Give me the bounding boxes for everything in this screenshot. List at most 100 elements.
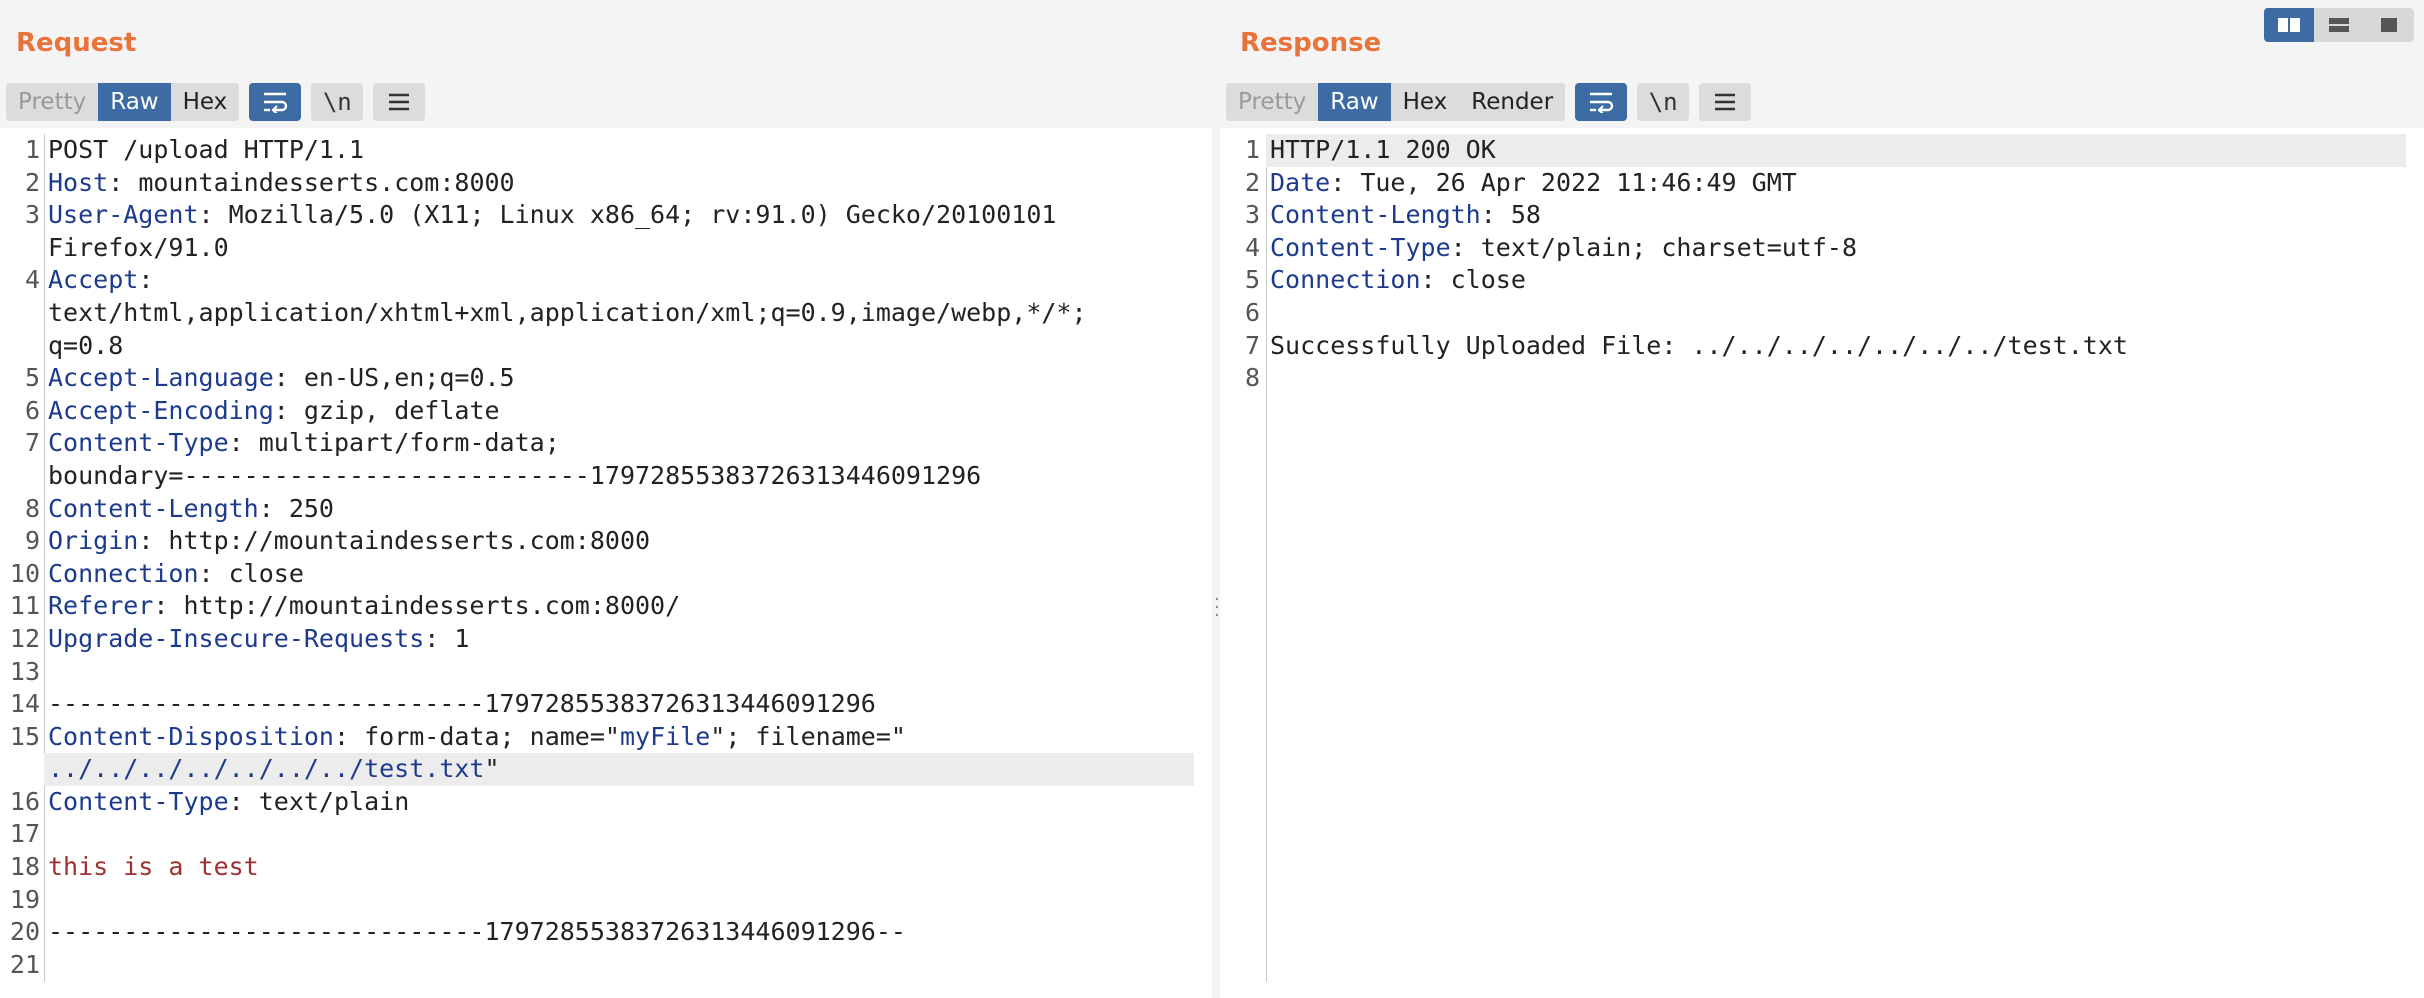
request-line-text: POST /upload HTTP/1.1 (44, 134, 1194, 167)
code-token: : mountaindesserts.com:8000 (108, 167, 515, 197)
header-name: Accept-Language (48, 363, 274, 393)
request-line[interactable]: 14 -----------------------------179728553… (0, 688, 1212, 721)
header-name: Content-Length (48, 493, 259, 523)
newline-icon: \n (322, 88, 352, 116)
request-line[interactable]: 17 (0, 818, 1212, 851)
request-line[interactable]: 2 Host: mountaindesserts.com:8000 (0, 167, 1212, 200)
request-line-number: 20 (9, 917, 40, 947)
request-hex-tab[interactable]: Hex (170, 83, 240, 121)
response-line[interactable]: 3 Content-Length: 58 (1220, 199, 2424, 232)
request-line-number: 13 (9, 656, 40, 686)
response-line[interactable]: 5 Connection: close (1220, 264, 2424, 297)
code-token: POST /upload HTTP/1.1 (48, 135, 365, 164)
code-token: text/html,application/xhtml+xml,applicat… (48, 297, 1087, 327)
request-pretty-tab[interactable]: Pretty (6, 83, 99, 121)
request-line[interactable]: 1 POST /upload HTTP/1.1 (0, 134, 1212, 167)
response-line-number: 5 (1244, 265, 1260, 295)
request-line-number: 17 (9, 819, 40, 849)
request-raw-tab[interactable]: Raw (98, 83, 171, 121)
request-line[interactable]: 21 (0, 949, 1212, 982)
response-line[interactable]: 4 Content-Type: text/plain; charset=utf-8 (1220, 232, 2424, 265)
stacked-layout-button[interactable] (2314, 8, 2364, 42)
splitter-grip-icon[interactable]: · · · (1214, 591, 1220, 625)
response-raw-tab[interactable]: Raw (1318, 83, 1391, 121)
response-header: Response Pretty Raw Hex Render \n (1220, 0, 2424, 128)
response-newline-button[interactable]: \n (1637, 83, 1690, 121)
request-line[interactable]: 18 this is a test (0, 851, 1212, 884)
request-line[interactable]: 13 (0, 656, 1212, 689)
single-layout-button[interactable] (2364, 8, 2414, 42)
string-value: ../../../../../../../test.txt (48, 754, 485, 784)
request-line[interactable]: 6 Accept-Encoding: gzip, deflate (0, 395, 1212, 428)
request-line[interactable]: 4 Accept: (0, 264, 1212, 297)
request-line[interactable]: ../../../../../../../test.txt" (0, 753, 1212, 786)
request-line-text: Host: mountaindesserts.com:8000 (44, 167, 1194, 200)
request-line[interactable]: 7 Content-Type: multipart/form-data; (0, 427, 1212, 460)
request-editor[interactable]: 1 POST /upload HTTP/1.1 2 Host: mountaindes… (0, 134, 1212, 982)
response-line[interactable]: 2 Date: Tue, 26 Apr 2022 11:46:49 GMT (1220, 167, 2424, 200)
request-line[interactable]: 11 Referer: http://mountaindesserts.com:8… (0, 590, 1212, 623)
string-value: myFile (619, 721, 711, 751)
request-menu-button[interactable] (373, 83, 426, 121)
code-token: : http://mountaindesserts.com:8000/ (153, 591, 681, 621)
request-newline-button[interactable]: \n (311, 83, 364, 121)
code-token: : 250 (258, 493, 334, 523)
request-line[interactable]: 12 Upgrade-Insecure-Requests: 1 (0, 623, 1212, 656)
response-editor[interactable]: 1 HTTP/1.1 200 OK 2 Date: Tue, 26 Apr 2022 … (1220, 134, 2424, 982)
response-line[interactable]: 7 Successfully Uploaded File: ../../../..… (1220, 330, 2424, 363)
request-line[interactable]: 5 Accept-Language: en-US,en;q=0.5 (0, 362, 1212, 395)
request-line-number: 2 (24, 167, 40, 197)
request-line-text: ../../../../../../../test.txt" (44, 753, 1194, 786)
response-line[interactable]: 1 HTTP/1.1 200 OK (1220, 134, 2424, 167)
code-token: q=0.8 (48, 330, 124, 360)
request-line[interactable]: 10 Connection: close (0, 558, 1212, 591)
pane-splitter[interactable] (1212, 0, 1220, 998)
request-line-text: Accept-Encoding: gzip, deflate (44, 395, 1194, 428)
request-line-number: 11 (9, 591, 40, 621)
menu-icon (389, 93, 410, 111)
code-token: : text/plain (228, 786, 410, 816)
request-line-number: 5 (24, 363, 40, 393)
request-line[interactable]: q=0.8 (0, 330, 1212, 363)
request-line-text: this is a test (44, 851, 1194, 884)
request-line-text: -----------------------------17972855383… (44, 916, 1194, 949)
request-line[interactable]: boundary=---------------------------1797… (0, 460, 1212, 493)
side-by-side-layout-button[interactable] (2264, 8, 2314, 42)
response-line[interactable]: 6 (1220, 297, 2424, 330)
code-token: : text/plain; charset=utf-8 (1450, 232, 1858, 262)
code-token: HTTP/1.1 200 OK (1270, 135, 1496, 164)
code-token: : (138, 265, 154, 295)
request-line-number: 6 (24, 395, 40, 425)
request-line[interactable]: 16 Content-Type: text/plain (0, 786, 1212, 819)
header-name: Content-Disposition (48, 721, 334, 751)
header-name: Accept (48, 265, 139, 295)
request-line[interactable]: 9 Origin: http://mountaindesserts.com:800… (0, 525, 1212, 558)
body-text: this is a test (48, 852, 259, 882)
code-token: : en-US,en;q=0.5 (273, 363, 515, 393)
request-line-text: Origin: http://mountaindesserts.com:8000 (44, 525, 1194, 558)
request-line[interactable]: text/html,application/xhtml+xml,applicat… (0, 297, 1212, 330)
request-line[interactable]: Firefox/91.0 (0, 232, 1212, 265)
request-line[interactable]: 8 Content-Length: 250 (0, 493, 1212, 526)
response-hex-tab[interactable]: Hex (1390, 83, 1460, 121)
response-line-number: 4 (1244, 232, 1260, 262)
response-line-text: Content-Length: 58 (1266, 199, 2406, 232)
request-line-number: 8 (24, 493, 40, 523)
code-token: boundary=---------------------------1797… (48, 460, 982, 490)
header-name: Date (1270, 167, 1331, 197)
response-render-tab[interactable]: Render (1459, 83, 1566, 121)
request-line[interactable]: 20 -----------------------------179728553… (0, 916, 1212, 949)
response-pretty-tab[interactable]: Pretty (1226, 83, 1319, 121)
request-line[interactable]: 19 (0, 884, 1212, 917)
response-title: Response (1240, 28, 1382, 58)
code-token: : close (198, 558, 304, 588)
response-wrap-button[interactable] (1575, 83, 1628, 121)
response-menu-button[interactable] (1699, 83, 1752, 121)
request-line[interactable]: 3 User-Agent: Mozilla/5.0 (X11; Linux x86… (0, 199, 1212, 232)
response-line[interactable]: 8 (1220, 362, 2424, 395)
request-line-text: Content-Disposition: form-data; name="my… (44, 721, 1194, 754)
request-line[interactable]: 15 Content-Disposition: form-data; name="… (0, 721, 1212, 754)
request-wrap-button[interactable] (249, 83, 302, 121)
header-name: Referer (48, 591, 154, 621)
request-line-text: Content-Length: 250 (44, 493, 1194, 526)
